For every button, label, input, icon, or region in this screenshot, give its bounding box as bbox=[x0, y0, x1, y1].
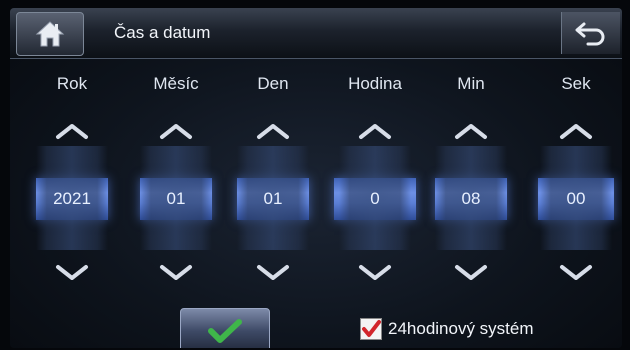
month-down-button[interactable] bbox=[136, 256, 216, 290]
chevron-down-icon bbox=[455, 265, 487, 280]
chevron-down-icon bbox=[359, 265, 391, 280]
column-label-minute: Min bbox=[457, 74, 485, 93]
hour-down-button[interactable] bbox=[335, 256, 415, 290]
back-arrow-icon bbox=[575, 22, 605, 46]
chevron-down-icon bbox=[160, 265, 192, 280]
24h-format-option[interactable]: 24hodinový systém bbox=[360, 318, 534, 340]
day-down-button[interactable] bbox=[233, 256, 313, 290]
checkmark-icon bbox=[362, 320, 381, 337]
column-label-year: Rok bbox=[56, 74, 88, 93]
hour-value: 0 bbox=[370, 189, 380, 208]
page-title: Čas a datum bbox=[114, 23, 211, 42]
hour-up-button[interactable] bbox=[335, 114, 415, 148]
chevron-up-icon bbox=[160, 124, 192, 139]
second-up-button[interactable] bbox=[536, 114, 616, 148]
top-bar: Čas a datum bbox=[10, 8, 622, 59]
minute-up-button[interactable] bbox=[431, 114, 511, 148]
24h-format-checkbox[interactable] bbox=[360, 318, 382, 340]
column-label-month: Měsíc bbox=[153, 74, 199, 93]
home-button[interactable] bbox=[16, 12, 84, 56]
year-down-button[interactable] bbox=[32, 256, 112, 290]
chevron-up-icon bbox=[359, 124, 391, 139]
home-icon bbox=[35, 21, 65, 47]
chevron-down-icon bbox=[257, 265, 289, 280]
day-up-button[interactable] bbox=[233, 114, 313, 148]
chevron-up-icon bbox=[257, 124, 289, 139]
confirm-button[interactable] bbox=[180, 308, 270, 348]
chevron-down-icon bbox=[560, 265, 592, 280]
month-up-button[interactable] bbox=[136, 114, 216, 148]
back-button[interactable] bbox=[561, 12, 620, 54]
year-up-button[interactable] bbox=[32, 114, 112, 148]
second-down-button[interactable] bbox=[536, 256, 616, 290]
minute-value: 08 bbox=[461, 189, 481, 208]
minute-down-button[interactable] bbox=[431, 256, 511, 290]
month-value: 01 bbox=[166, 189, 186, 208]
chevron-up-icon bbox=[56, 124, 88, 139]
column-label-second: Sek bbox=[561, 74, 591, 93]
day-value: 01 bbox=[263, 189, 283, 208]
24h-format-label: 24hodinový systém bbox=[388, 319, 534, 338]
chevron-up-icon bbox=[560, 124, 592, 139]
time-date-screen: Čas a datum Rok 2021 Měsíc 01 Den 01 Hod… bbox=[10, 8, 622, 348]
second-value: 00 bbox=[566, 189, 586, 208]
year-value: 2021 bbox=[53, 189, 91, 208]
chevron-down-icon bbox=[56, 265, 88, 280]
column-label-day: Den bbox=[257, 74, 289, 93]
chevron-up-icon bbox=[455, 124, 487, 139]
column-label-hour: Hodina bbox=[348, 74, 402, 93]
checkmark-icon bbox=[208, 319, 242, 343]
